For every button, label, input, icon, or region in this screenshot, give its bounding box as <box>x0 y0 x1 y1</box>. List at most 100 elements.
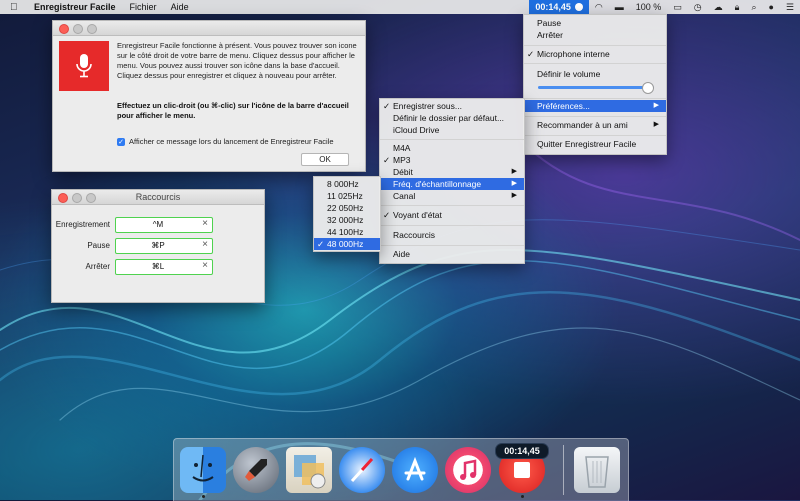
volume-slider-track[interactable] <box>538 86 654 89</box>
menu-item-channel[interactable]: Canal ▶ <box>380 190 524 202</box>
app-store-icon[interactable] <box>392 447 438 493</box>
time-machine-icon[interactable]: ◷ <box>694 2 702 13</box>
shortcut-row-record: Enregistrement ^M × <box>52 217 264 233</box>
close-window-button[interactable] <box>59 24 69 34</box>
search-icon[interactable]: ⌕ <box>751 2 756 13</box>
notification-center-icon[interactable]: ☰ <box>786 2 794 13</box>
running-indicator <box>202 495 205 498</box>
checkmark-icon: ✓ <box>317 239 325 249</box>
checkmark-icon: ✓ <box>527 49 535 59</box>
menu-item-bitrate[interactable]: Débit ▶ <box>380 166 524 178</box>
menu-item-stop[interactable]: Arrêter <box>524 29 666 41</box>
submenu-arrow-icon: ▶ <box>511 168 517 175</box>
show-message-checkbox[interactable]: ✓ Afficher ce message lors du lancement … <box>117 137 334 146</box>
submenu-arrow-icon: ▶ <box>653 102 659 109</box>
freq-item-44100[interactable]: 44 100Hz <box>314 226 380 238</box>
menu-item-shortcuts[interactable]: Raccourcis <box>380 229 524 241</box>
battery-text[interactable]: 100 % <box>636 2 662 12</box>
menu-item-mp3[interactable]: ✓ MP3 <box>380 154 524 166</box>
menu-item-quit[interactable]: Quitter Enregistreur Facile <box>524 138 666 150</box>
shortcut-label: Enregistrement <box>55 220 110 229</box>
launchpad-icon[interactable] <box>233 447 279 493</box>
checkmark-icon: ✓ <box>117 137 125 146</box>
wifi-icon[interactable]: ◠ <box>595 2 603 13</box>
submenu-arrow-icon: ▶ <box>511 192 517 199</box>
checkmark-icon: ✓ <box>383 101 391 111</box>
microphone-label: Microphone interne <box>537 49 610 59</box>
finder-icon[interactable] <box>180 447 226 493</box>
freq-item-8000[interactable]: 8 000Hz <box>314 178 380 190</box>
menu-separator <box>524 116 666 117</box>
freq-item-11025[interactable]: 11 025Hz <box>314 190 380 202</box>
freq-item-32000[interactable]: 32 000Hz <box>314 214 380 226</box>
status-menu: Pause Arrêter ✓ Microphone interne Défin… <box>523 14 667 155</box>
battery-icon[interactable]: ▭ <box>673 2 682 13</box>
notice-window: Enregistreur Facile fonctionne à présent… <box>52 20 366 172</box>
menu-item-save-to[interactable]: ✓ Enregistrer sous... <box>380 100 524 112</box>
menu-bar:  Enregistreur Facile Fichier Aide 00:14… <box>0 0 800 14</box>
itunes-icon[interactable] <box>445 447 491 493</box>
menu-item-icloud[interactable]: iCloud Drive <box>380 124 524 136</box>
siri-icon[interactable]: ● <box>768 2 773 12</box>
freq-item-22050[interactable]: 22 050Hz <box>314 202 380 214</box>
record-dot-icon <box>574 3 583 11</box>
cloud-icon[interactable]: ☁ <box>714 2 723 13</box>
shortcut-row-stop: Arrêter ⌘L × <box>52 259 264 275</box>
minimize-window-button[interactable] <box>72 193 82 203</box>
menu-item-status-light[interactable]: ✓ Voyant d'état <box>380 209 524 221</box>
clear-icon[interactable]: × <box>202 260 208 271</box>
ok-button[interactable]: OK <box>301 153 349 166</box>
submenu-arrow-icon: ▶ <box>511 180 517 187</box>
menu-item-recommend[interactable]: Recommander à un ami ▶ <box>524 119 666 131</box>
sample-rate-label: Fréq. d'échantillonnage <box>393 179 482 189</box>
shortcut-key: ^M <box>152 220 164 229</box>
checkmark-icon: ✓ <box>383 155 391 165</box>
checkmark-icon: ✓ <box>383 210 391 220</box>
menu-separator <box>380 139 524 140</box>
menu-separator <box>524 63 666 64</box>
menu-item-pause[interactable]: Pause <box>524 17 666 29</box>
menu-separator <box>380 245 524 246</box>
menu-app-name[interactable]: Enregistreur Facile <box>34 2 116 12</box>
menu-item-microphone[interactable]: ✓ Microphone interne <box>524 48 666 60</box>
notice-titlebar <box>53 21 365 36</box>
menu-item-default-folder[interactable]: Définir le dossier par défaut... <box>380 112 524 124</box>
flag-icon[interactable]: ▬ <box>615 2 624 12</box>
dock-separator <box>563 445 564 495</box>
menu-item-help[interactable]: Aide <box>380 248 524 260</box>
volume-slider-knob[interactable] <box>642 82 655 94</box>
menu-item-m4a[interactable]: M4A <box>380 142 524 154</box>
menu-item-sample-rate[interactable]: Fréq. d'échantillonnage ▶ <box>380 178 524 190</box>
sample-rate-submenu: 8 000Hz 11 025Hz 22 050Hz 32 000Hz 44 10… <box>313 176 381 252</box>
pause-shortcut-field[interactable]: ⌘P × <box>115 238 213 254</box>
preview-icon[interactable] <box>286 447 332 493</box>
menu-aide[interactable]: Aide <box>171 2 189 12</box>
dock-recorder-timer: 00:14,45 <box>495 443 549 459</box>
dock <box>173 438 629 501</box>
notice-message: Enregistreur Facile fonctionne à présent… <box>117 41 357 80</box>
trash-icon[interactable] <box>574 447 620 493</box>
freq-item-48000[interactable]: ✓ 48 000Hz <box>314 238 380 250</box>
menu-fichier[interactable]: Fichier <box>130 2 157 12</box>
show-message-label: Afficher ce message lors du lancement de… <box>129 137 334 146</box>
zoom-window-button[interactable] <box>86 193 96 203</box>
menu-item-volume: Définir le volume <box>537 69 601 79</box>
lock-icon[interactable]: 🔒︎ <box>735 2 740 13</box>
recommend-label: Recommander à un ami <box>537 120 628 130</box>
clear-icon[interactable]: × <box>202 218 208 229</box>
status-recorder-timer[interactable]: 00:14,45 <box>529 0 589 14</box>
clear-icon[interactable]: × <box>202 239 208 250</box>
stop-shortcut-field[interactable]: ⌘L × <box>115 259 213 275</box>
shortcuts-window: Raccourcis Enregistrement ^M × Pause ⌘P … <box>51 189 265 303</box>
bitrate-label: Débit <box>393 167 413 177</box>
minimize-window-button[interactable] <box>73 24 83 34</box>
shortcuts-titlebar: Raccourcis <box>52 190 264 205</box>
close-window-button[interactable] <box>58 193 68 203</box>
safari-icon[interactable] <box>339 447 385 493</box>
menu-item-preferences[interactable]: Préférences... ▶ <box>524 100 666 112</box>
zoom-window-button[interactable] <box>87 24 97 34</box>
record-shortcut-field[interactable]: ^M × <box>115 217 213 233</box>
freq-48000-label: 48 000Hz <box>327 239 364 249</box>
apple-icon[interactable]:  <box>10 2 24 13</box>
submenu-arrow-icon: ▶ <box>653 121 659 128</box>
